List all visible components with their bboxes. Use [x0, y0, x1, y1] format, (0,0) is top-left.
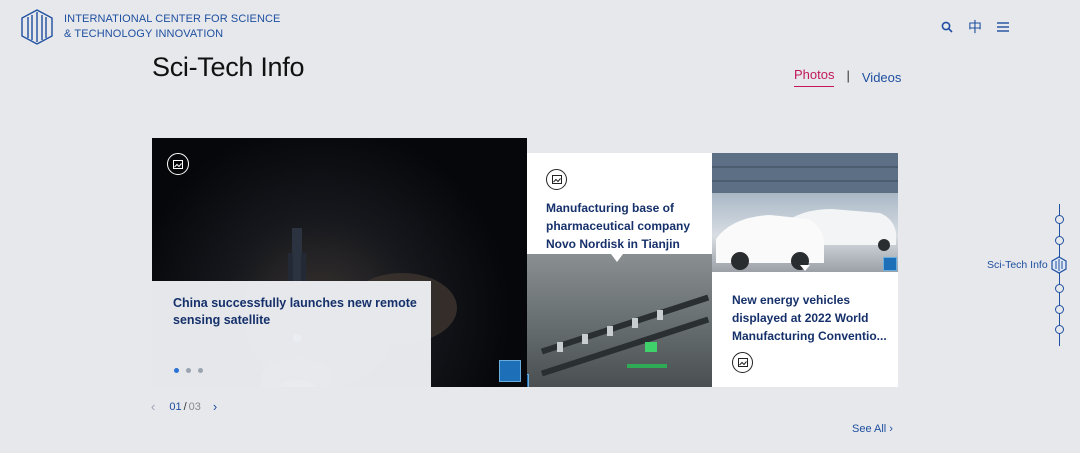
electric-cars-expo-image: [712, 153, 898, 272]
carousel-dot[interactable]: [198, 368, 203, 373]
search-icon[interactable]: [941, 21, 953, 33]
image-icon: [546, 169, 567, 190]
icsti-logo[interactable]: [20, 8, 54, 46]
side-nav-node[interactable]: [1055, 325, 1064, 334]
side-nav-node[interactable]: [1055, 305, 1064, 314]
hero-card-title[interactable]: China successfully launches new remote s…: [173, 295, 418, 329]
organization-name-line2: & TECHNOLOGY INNOVATION: [64, 28, 224, 40]
carousel-dot[interactable]: [186, 368, 191, 373]
agency-watermark: [499, 360, 521, 382]
side-nav-node[interactable]: [1055, 284, 1064, 293]
side-nav-node[interactable]: [1055, 236, 1064, 245]
side-nav-active-icon[interactable]: [1050, 256, 1068, 274]
side-nav-active-label[interactable]: Sci-Tech Info: [987, 259, 1048, 271]
agency-watermark: [883, 257, 897, 271]
hero-card[interactable]: China successfully launches new remote s…: [152, 138, 527, 387]
organization-name[interactable]: INTERNATIONAL CENTER FOR SCIENCE & TECHN…: [64, 12, 281, 42]
hero-caption: China successfully launches new remote s…: [152, 281, 431, 387]
new-energy-vehicles-card[interactable]: New energy vehicles displayed at 2022 Wo…: [712, 153, 898, 387]
chevron-right-icon[interactable]: ›: [213, 399, 217, 414]
tab-videos[interactable]: Videos: [862, 70, 902, 85]
chevron-left-icon[interactable]: ‹: [151, 399, 155, 414]
pager-total: 03: [188, 400, 201, 413]
pager-separator: /: [183, 400, 187, 413]
pager-current: 01: [169, 400, 182, 413]
carousel-dots: [174, 368, 203, 373]
side-nav-node[interactable]: [1055, 215, 1064, 224]
carousel-dot[interactable]: [174, 368, 179, 373]
media-tabs: Photos | Videos: [794, 67, 901, 87]
see-all-link[interactable]: See All ›: [852, 423, 893, 435]
tab-separator: |: [846, 67, 850, 83]
new-energy-vehicles-card-title[interactable]: New energy vehicles displayed at 2022 Wo…: [732, 291, 892, 345]
novo-nordisk-card-title[interactable]: Manufacturing base of pharmaceutical com…: [546, 199, 706, 253]
page-title: Sci-Tech Info: [152, 52, 305, 82]
language-toggle[interactable]: 中: [968, 19, 982, 35]
tab-photos[interactable]: Photos: [794, 67, 835, 87]
agency-watermark: [527, 374, 529, 387]
carousel-pager: ‹ 01 / 03 ›: [151, 399, 217, 414]
novo-nordisk-card[interactable]: Manufacturing base of pharmaceutical com…: [527, 153, 712, 387]
image-icon: [732, 352, 753, 373]
factory-production-line-image: [527, 254, 712, 387]
menu-icon[interactable]: [997, 22, 1009, 32]
image-icon: [167, 153, 189, 175]
organization-name-line1: INTERNATIONAL CENTER FOR SCIENCE: [64, 13, 281, 25]
